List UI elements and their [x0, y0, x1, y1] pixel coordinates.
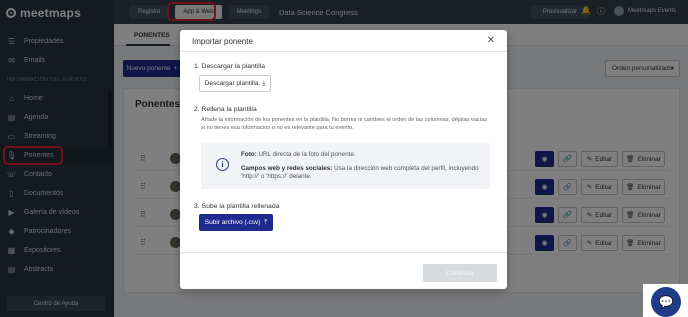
continue-button[interactable]: Continuar: [423, 264, 497, 282]
upload-icon: ⤒: [264, 218, 268, 226]
download-icon: ⤓: [262, 79, 266, 87]
info-photo: Foto: URL directa de la foto del ponente…: [241, 151, 356, 158]
import-speaker-modal: Importar ponente ✕ 1. Descargar la plant…: [180, 30, 507, 289]
info-photo-text: URL directa de la foto del ponente.: [256, 151, 356, 158]
chat-icon: 💬: [658, 295, 674, 309]
upload-file-button[interactable]: Subir archivo (.csv) ⤒: [199, 214, 273, 231]
info-box: i Foto: URL directa de la foto del ponen…: [201, 143, 490, 189]
info-social: Campos web y redes sociales: Usa la dire…: [241, 165, 481, 181]
download-template-button[interactable]: Descargar plantilla ⤓: [199, 75, 271, 92]
step3-title: 3. Sube la plantilla rellenada: [194, 203, 280, 210]
modal-title: Importar ponente: [192, 37, 253, 46]
step1-title: 1. Descargar la plantilla: [194, 63, 266, 70]
upload-file-label: Subir archivo (.csv): [204, 219, 261, 226]
step2-title: 2. Rellena la plantilla: [194, 106, 257, 113]
step2-description: Añade la información de los ponentes en …: [201, 117, 488, 131]
close-icon[interactable]: ✕: [487, 35, 495, 46]
modal-header: Importar ponente ✕: [180, 30, 507, 52]
download-template-label: Descargar plantilla: [204, 80, 259, 87]
info-social-label: Campos web y redes sociales:: [241, 165, 333, 172]
info-icon: i: [216, 158, 229, 171]
info-photo-label: Foto:: [241, 151, 257, 158]
chat-button[interactable]: 💬: [651, 287, 681, 317]
modal-divider: [180, 252, 507, 253]
